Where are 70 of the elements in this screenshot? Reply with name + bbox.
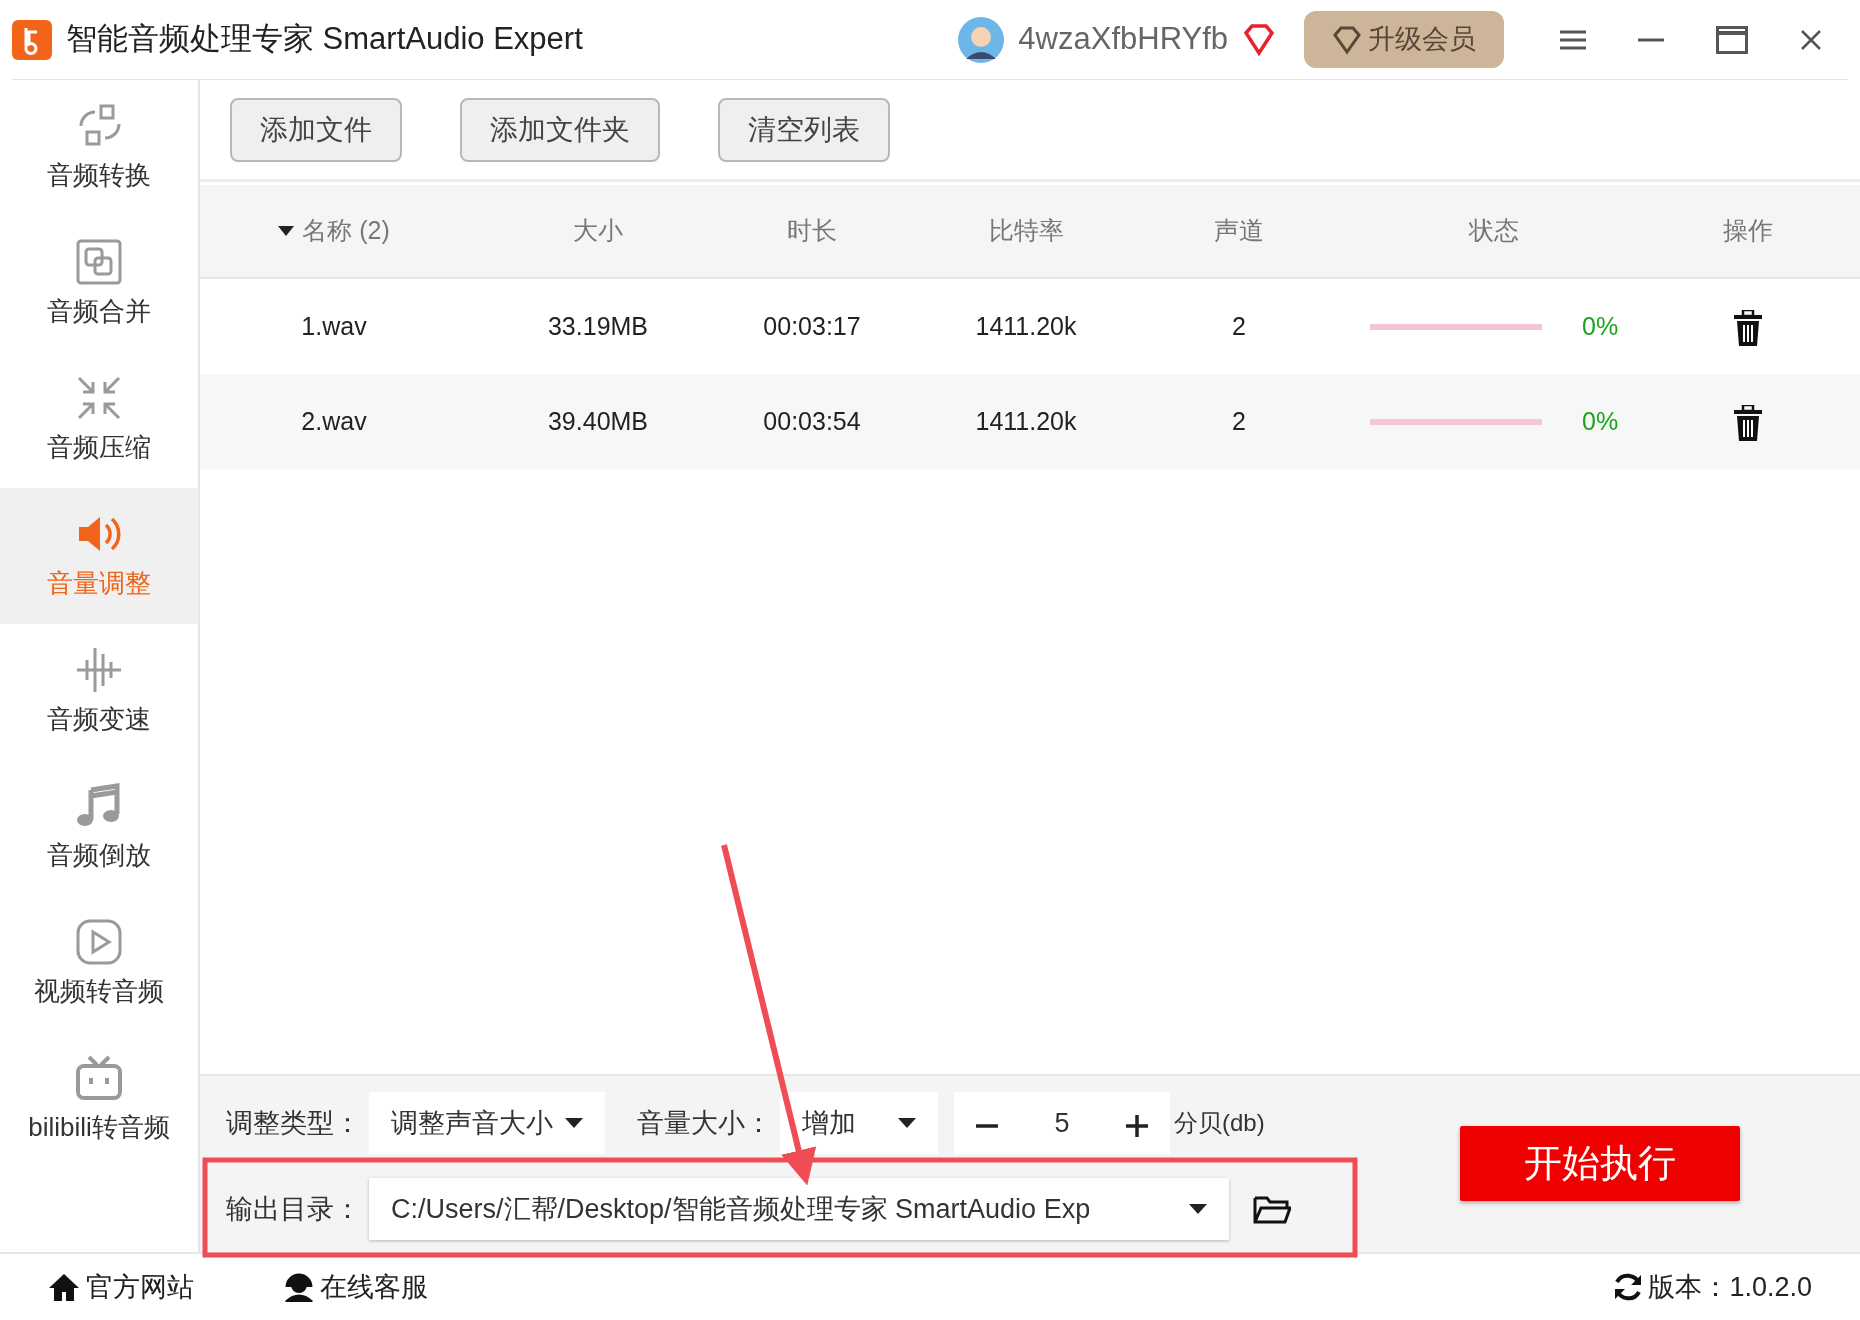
caret-icon: [565, 1118, 583, 1128]
app-logo-icon: [12, 19, 52, 60]
diamond-icon: [1242, 22, 1276, 57]
waveform-icon: [75, 645, 123, 694]
progress-percent: 0%: [1582, 310, 1619, 342]
table-cell-text: 00:03:54: [762, 405, 862, 437]
column-header: 时长: [786, 215, 838, 247]
adjust-type-dropdown[interactable]: 调整声音大小: [369, 1092, 605, 1154]
window-title: 智能音频处理专家 SmartAudio Expert: [66, 20, 583, 59]
minimize-icon: [1638, 37, 1664, 42]
close-icon: [1800, 28, 1822, 51]
username: 4wzaXfbHRYfb: [1018, 20, 1228, 59]
table-cell-text: 00:03:17: [762, 310, 862, 342]
merge-icon: [75, 237, 123, 286]
trash-icon: [1733, 404, 1763, 441]
sidebar-item[interactable]: 音频合并: [0, 216, 198, 352]
start-button[interactable]: 开始执行: [1460, 1126, 1740, 1201]
table-cell-text: 1.wav: [300, 310, 368, 342]
maximize-icon: [1716, 25, 1748, 54]
sidebar-item[interactable]: 音频压缩: [0, 352, 198, 488]
progress-percent: 0%: [1582, 405, 1619, 437]
table-cell-text: 2: [1231, 310, 1247, 342]
sidebar-item[interactable]: 视频转音频: [0, 896, 198, 1032]
minus-icon: [976, 1123, 998, 1128]
browse-folder-button[interactable]: [1253, 1194, 1291, 1224]
avatar-icon: [958, 16, 1005, 63]
table-cell-text: 2.wav: [300, 405, 368, 437]
toolbar-button[interactable]: 添加文件夹: [460, 97, 660, 162]
sidebar-item[interactable]: 音频变速: [0, 624, 198, 760]
column-header: 操作: [1722, 215, 1774, 247]
caret-icon: [898, 1118, 916, 1128]
upgrade-button[interactable]: 升级会员: [1304, 11, 1504, 68]
output-path-dropdown[interactable]: C:/Users/汇帮/Desktop/智能音频处理专家 SmartAudio Exp: [369, 1178, 1229, 1240]
volume-mode-dropdown[interactable]: 增加: [780, 1092, 938, 1154]
toolbar-button[interactable]: 清空列表: [718, 97, 890, 162]
sidebar-item[interactable]: 音频倒放: [0, 760, 198, 896]
play-icon: [75, 917, 123, 966]
sidebar-item[interactable]: bilibili转音频: [0, 1032, 198, 1168]
website-link[interactable]: 官方网站: [48, 1266, 194, 1308]
sidebar-item[interactable]: 音频转换: [0, 80, 198, 216]
toolbar-button[interactable]: 添加文件: [230, 97, 402, 162]
column-header: 声道: [1213, 215, 1265, 247]
menu-icon: [1560, 28, 1586, 51]
support-link[interactable]: 在线客服: [284, 1266, 428, 1308]
column-header: 比特率: [987, 215, 1065, 247]
table-cell-text: 1411.20k: [974, 405, 1078, 437]
column-header[interactable]: 名称 (2): [302, 212, 390, 250]
column-header: 大小: [572, 215, 624, 247]
unit-label: 分贝(db): [1174, 1108, 1265, 1138]
home-icon: [48, 1272, 80, 1302]
table-cell-text: 39.40MB: [546, 405, 650, 437]
delete-button[interactable]: [1733, 309, 1763, 346]
stepper-value: 5: [1054, 1106, 1070, 1140]
volume-label: 音量大小：: [636, 1106, 772, 1140]
table-cell-text: 1411.20k: [974, 310, 1078, 342]
column-header: 状态: [1467, 215, 1520, 247]
folder-icon: [1253, 1194, 1291, 1224]
trash-icon: [1733, 309, 1763, 346]
output-label: 输出目录：: [226, 1192, 361, 1226]
tv-icon: [75, 1053, 123, 1102]
adjust-type-label: 调整类型：: [226, 1106, 361, 1140]
delete-button[interactable]: [1733, 404, 1763, 441]
table-cell-text: 33.19MB: [546, 310, 650, 342]
table-cell-text: 2: [1231, 405, 1247, 437]
decibel-stepper[interactable]: 5: [954, 1092, 1170, 1154]
version-label: 版本：1.0.2.0: [1648, 1270, 1812, 1304]
plus-icon: [1126, 1114, 1148, 1137]
caret-icon: [1189, 1204, 1207, 1214]
sort-caret-icon: [278, 226, 295, 236]
diamond-icon: [1332, 24, 1362, 55]
